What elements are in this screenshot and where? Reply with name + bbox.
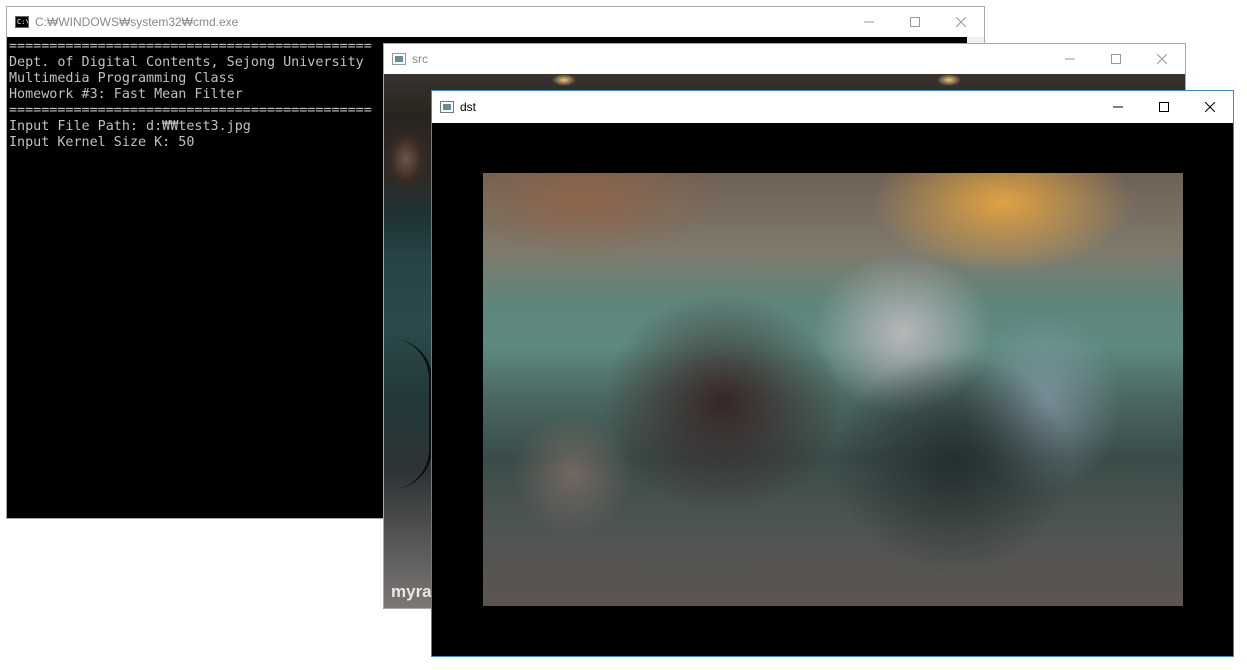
maximize-button[interactable] [1093, 44, 1139, 74]
photo-watermark: myra [391, 582, 432, 601]
minimize-button[interactable] [846, 7, 892, 37]
maximize-button[interactable] [1141, 91, 1187, 123]
maximize-icon [910, 17, 920, 27]
dst-window[interactable]: dst [431, 90, 1234, 657]
blurred-output-image [483, 173, 1183, 606]
minimize-button[interactable] [1047, 44, 1093, 74]
dst-titlebar[interactable]: dst [432, 91, 1233, 123]
src-titlebar[interactable]: src [384, 44, 1185, 74]
photo-person [384, 129, 432, 219]
close-button[interactable] [1187, 91, 1233, 123]
close-icon [1205, 102, 1215, 112]
maximize-icon [1111, 54, 1121, 64]
close-button[interactable] [938, 7, 984, 37]
src-window-controls [1047, 44, 1185, 74]
dst-image-area [432, 123, 1233, 656]
dst-window-title: dst [460, 100, 477, 114]
photo-chair [384, 339, 432, 489]
maximize-button[interactable] [892, 7, 938, 37]
close-icon [956, 17, 966, 27]
minimize-icon [864, 21, 874, 23]
dst-window-controls [1095, 91, 1233, 123]
src-window-title: src [412, 52, 428, 66]
image-window-icon [440, 101, 454, 113]
cmd-titlebar[interactable]: C:\ C:₩WINDOWS₩system32₩cmd.exe [7, 7, 984, 37]
image-window-icon [392, 53, 406, 65]
close-button[interactable] [1139, 44, 1185, 74]
minimize-button[interactable] [1095, 91, 1141, 123]
cmd-window-controls [846, 7, 984, 37]
close-icon [1157, 54, 1167, 64]
minimize-icon [1113, 106, 1123, 108]
maximize-icon [1159, 102, 1169, 112]
cmd-icon: C:\ [15, 16, 29, 28]
cmd-window-title: C:₩WINDOWS₩system32₩cmd.exe [35, 15, 239, 29]
minimize-icon [1065, 58, 1075, 60]
